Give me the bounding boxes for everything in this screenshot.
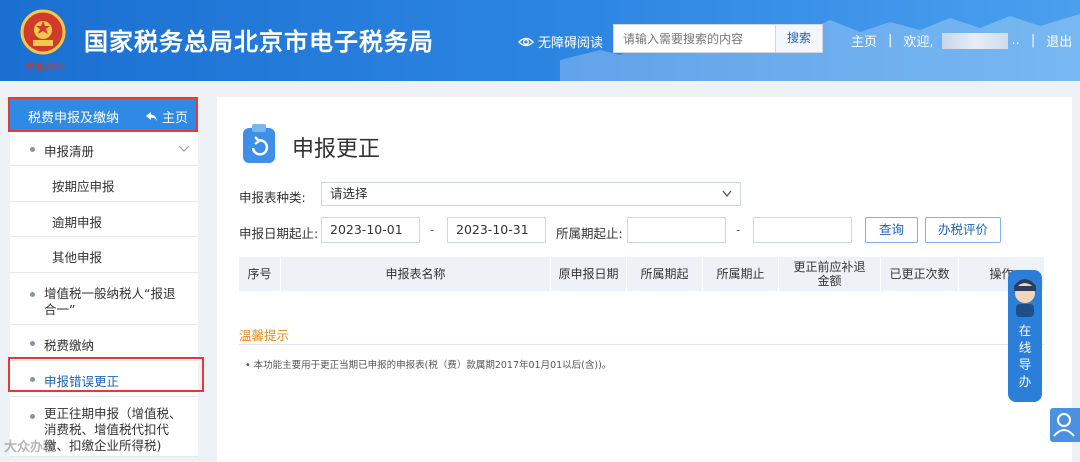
eye-icon — [518, 37, 534, 46]
period-from-input[interactable] — [627, 217, 726, 243]
bullet-icon — [30, 147, 35, 152]
accessible-label: 无障碍阅读 — [538, 36, 604, 51]
sidebar-item-other[interactable]: 其他申报 — [10, 237, 198, 273]
search-button[interactable]: 搜索 — [775, 25, 822, 52]
sidebar-item-label: 其他申报 — [52, 250, 103, 265]
period-range-label: 所属期起止: — [556, 226, 623, 241]
welcome-suffix: .. — [1011, 33, 1020, 48]
column-header: 更正前应补退金额 — [779, 257, 881, 291]
divider: | — [1030, 33, 1036, 48]
user-icon — [1053, 413, 1075, 437]
sidebar-item-label: 按期应申报 — [52, 179, 115, 194]
online-guide-widget[interactable]: 在线导办 — [1008, 270, 1042, 402]
column-header: 所属期起 — [627, 257, 703, 291]
assistant-avatar-icon — [1014, 279, 1036, 317]
sidebar-menu: 申报清册 按期应申报 逾期申报 其他申报 增值税一般纳税人“报退 合一” 税费缴… — [10, 131, 198, 457]
select-value: 请选择 — [330, 186, 368, 201]
chevron-down-icon — [722, 190, 732, 198]
welcome-text: 欢迎, — [903, 35, 934, 50]
sidebar-item-vat-combined[interactable]: 增值税一般纳税人“报退 合一” — [10, 273, 198, 325]
site-header: 中国税务 国家税务总局北京市电子税务局 无障碍阅读 搜索 主页 | 欢迎, ..… — [0, 0, 1080, 81]
sidebar-item-periodic[interactable]: 按期应申报 — [10, 166, 198, 202]
main-panel: 申报更正 申报表种类: 请选择 申报日期起止: 2023-10-01 - 202… — [217, 97, 1072, 462]
highlight-box-sidebar-header — [8, 97, 198, 132]
column-header: 序号 — [239, 257, 281, 291]
sidebar-item-tax-payment[interactable]: 税费缴纳 — [10, 325, 198, 361]
tip-text: • 本功能主要用于更正当期已申报的申报表(税（费）款属期2017年01月01以后… — [245, 360, 612, 371]
date-from-input[interactable]: 2023-10-01 — [321, 217, 420, 243]
username-redacted — [941, 32, 1008, 49]
tips-title: 温馨提示 — [239, 328, 290, 343]
bullet-icon — [30, 341, 35, 346]
user-corner-button[interactable] — [1050, 408, 1080, 442]
evaluate-button[interactable]: 办税评价 — [925, 217, 1001, 243]
divider — [239, 344, 1044, 345]
clipboard-refresh-icon — [243, 124, 275, 163]
column-header: 已更正次数 — [881, 257, 959, 291]
sidebar-item-label: 申报清册 — [44, 144, 95, 159]
type-label: 申报表种类: — [239, 190, 306, 205]
results-table-header: 序号 申报表名称 原申报日期 所属期起 所属期止 更正前应补退金额 已更正次数 … — [239, 257, 1044, 291]
logout-link[interactable]: 退出 — [1046, 31, 1072, 50]
column-header: 申报表名称 — [281, 257, 551, 291]
period-dash: - — [736, 223, 741, 237]
chevron-down-icon — [178, 145, 190, 152]
sidebar-item-label: 逾期申报 — [52, 215, 103, 230]
date-range-label: 申报日期起止: — [239, 226, 319, 241]
sidebar-item-label-line2: 合一” — [44, 302, 76, 317]
sidebar-item-declaration-list[interactable]: 申报清册 — [10, 131, 198, 166]
column-header: 原申报日期 — [551, 257, 627, 291]
period-to-input[interactable] — [753, 217, 852, 243]
bullet-icon — [30, 414, 35, 419]
bullet-icon — [30, 292, 35, 297]
sidebar-item-label: 税费缴纳 — [44, 338, 95, 353]
search-input[interactable] — [614, 25, 775, 52]
search-box: 搜索 — [613, 24, 823, 53]
divider: | — [888, 33, 893, 48]
sidebar-item-label-line3: 缴、扣缴企业所得税) — [44, 438, 162, 453]
sidebar: 税费申报及缴纳 主页 申报清册 按期应申报 逾期申报 其他申报 增值税一般纳税人… — [0, 81, 205, 462]
page-title: 申报更正 — [292, 137, 381, 162]
highlight-box-error-correction — [8, 357, 204, 392]
date-to-input[interactable]: 2023-10-31 — [447, 217, 546, 243]
watermark: 大众办税 — [4, 440, 57, 455]
emblem-script: 中国税务 — [24, 63, 65, 73]
accessible-reading-link[interactable]: 无障碍阅读 — [518, 32, 603, 51]
guide-label: 在线导办 — [1018, 323, 1032, 389]
query-button[interactable]: 查询 — [865, 217, 918, 243]
column-header: 所属期止 — [703, 257, 779, 291]
date-dash: - — [430, 223, 435, 237]
home-link[interactable]: 主页 — [851, 31, 877, 50]
site-title: 国家税务总局北京市电子税务局 — [84, 28, 434, 56]
sidebar-item-overdue[interactable]: 逾期申报 — [10, 202, 198, 237]
tax-emblem-icon — [20, 9, 66, 55]
declaration-type-select[interactable]: 请选择 — [321, 182, 741, 206]
top-links: 主页 | 欢迎, .. | 退出 — [851, 31, 1072, 50]
